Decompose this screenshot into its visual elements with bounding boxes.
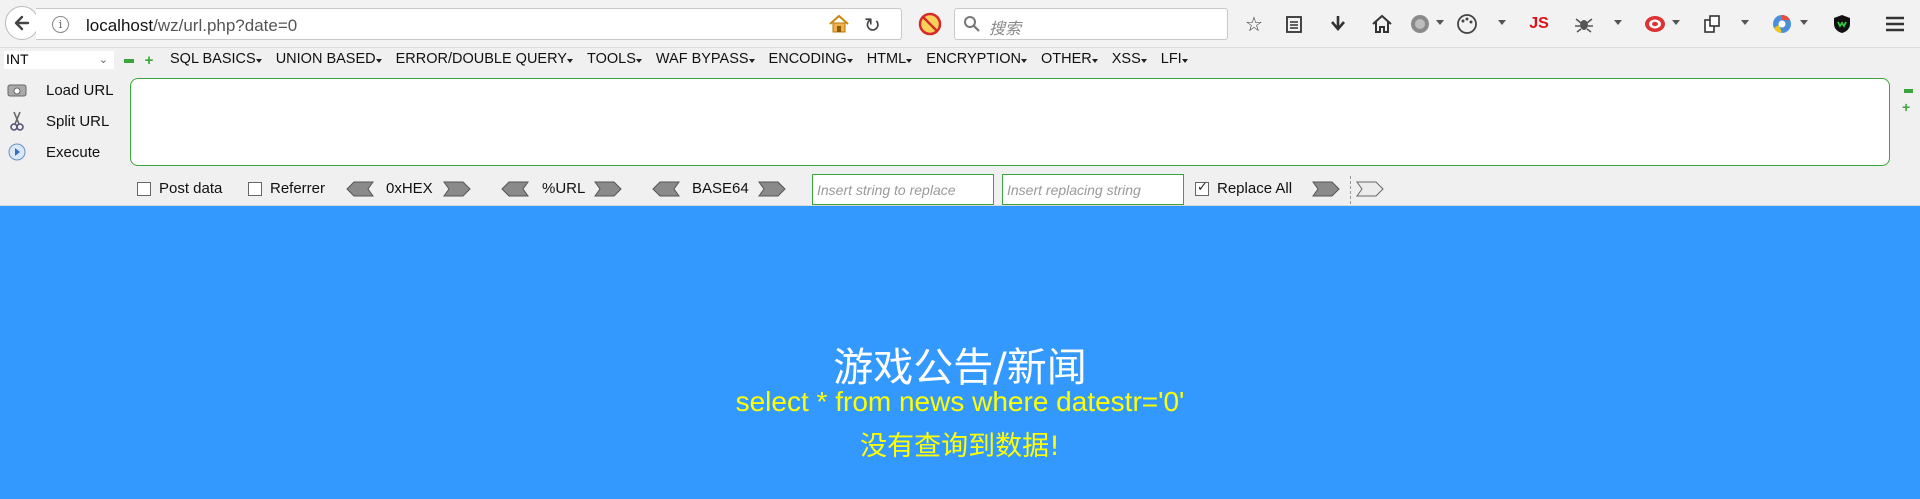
page-content: 游戏公告/新闻 select * from news where datestr…: [0, 206, 1920, 499]
menu-other[interactable]: OTHER: [1041, 51, 1098, 67]
url-decode-arrow-icon[interactable]: [501, 181, 529, 197]
separator: [1350, 176, 1351, 204]
menu-html[interactable]: HTML: [867, 51, 913, 67]
chevron-down-icon[interactable]: [1436, 20, 1444, 25]
url-host: localhost: [86, 16, 154, 35]
copy-icon[interactable]: [1700, 12, 1724, 36]
split-url-button[interactable]: Split URL: [6, 109, 109, 133]
execute-button[interactable]: Execute: [6, 140, 100, 164]
menu-encoding[interactable]: ENCODING: [769, 51, 853, 67]
type-select[interactable]: INT ⌄: [4, 51, 114, 69]
reader-icon[interactable]: [1282, 12, 1306, 36]
load-url-label: Load URL: [46, 81, 114, 99]
replace-find-input[interactable]: Insert string to replace: [812, 174, 994, 205]
hex-label: 0xHEX: [386, 180, 433, 197]
url-textarea[interactable]: [130, 78, 1890, 166]
search-icon: [964, 16, 980, 32]
hackbar-target-icon: [1645, 16, 1665, 32]
url-path: /wz/url.php?date=0: [153, 16, 298, 35]
info-icon[interactable]: i: [52, 16, 69, 33]
play-icon: [6, 142, 28, 162]
star-icon[interactable]: ☆: [1242, 12, 1266, 36]
chevron-down-icon: ⌄: [98, 54, 108, 66]
split-url-label: Split URL: [46, 112, 110, 130]
replace-left-arrow-icon[interactable]: [1356, 181, 1384, 197]
url-encode-arrow-icon[interactable]: [594, 181, 622, 197]
clipboard-icon: [1286, 16, 1302, 33]
type-select-value: INT: [6, 51, 29, 67]
execute-label: Execute: [46, 143, 101, 161]
home-icon[interactable]: [1370, 12, 1394, 36]
chevron-down-icon[interactable]: [1741, 20, 1749, 25]
base64-decode-arrow-icon[interactable]: [652, 181, 680, 197]
textarea-shrink-button[interactable]: [1904, 89, 1913, 93]
base64-label: BASE64: [692, 180, 749, 197]
decrease-button[interactable]: [124, 59, 134, 63]
green-shield-icon: [1834, 15, 1850, 33]
load-url-icon: [6, 80, 28, 100]
hex-encode-arrow-icon[interactable]: [443, 181, 471, 197]
no-data-message: 没有查询到数据!: [860, 431, 1060, 462]
js-icon[interactable]: JS: [1527, 12, 1551, 36]
hamburger-icon: [1886, 16, 1904, 32]
referrer-label: Referrer: [270, 180, 326, 197]
download-icon[interactable]: [1326, 12, 1350, 36]
home-page-icon[interactable]: [828, 14, 850, 34]
reload-icon[interactable]: ↻: [864, 13, 881, 38]
back-button[interactable]: [5, 6, 39, 40]
url-bar[interactable]: i localhost/wz/url.php?date=0 ↻: [36, 8, 902, 40]
chevron-down-icon[interactable]: [1800, 20, 1808, 25]
chevron-down-icon[interactable]: [1672, 20, 1680, 25]
menu-tools[interactable]: TOOLS: [587, 51, 642, 67]
search-input[interactable]: 搜索: [989, 15, 1021, 39]
referrer-checkbox[interactable]: [248, 182, 262, 196]
url-encode-label: %URL: [542, 180, 586, 197]
scissors-icon: [6, 111, 28, 131]
textarea-grow-button[interactable]: +: [1902, 100, 1910, 114]
search-bar[interactable]: 搜索: [954, 8, 1228, 40]
pages-icon: [1704, 15, 1720, 33]
back-arrow-icon: [14, 15, 30, 31]
load-url-button[interactable]: Load URL: [6, 78, 114, 102]
menu-union-based[interactable]: UNION BASED: [276, 51, 382, 67]
menu-waf-bypass[interactable]: WAF BYPASS: [656, 51, 755, 67]
house-icon: [1372, 14, 1392, 33]
replace-all-label: Replace All: [1217, 180, 1293, 197]
color-globe-icon: [1773, 15, 1791, 33]
color-palette-icon: [1457, 14, 1477, 34]
menu-xss[interactable]: XSS: [1112, 51, 1147, 67]
menu-lfi[interactable]: LFI: [1161, 51, 1188, 67]
post-data-checkbox[interactable]: [137, 182, 151, 196]
post-data-label: Post data: [159, 180, 223, 197]
shield-icon[interactable]: [1830, 12, 1854, 36]
replace-right-arrow-icon[interactable]: [1312, 181, 1340, 197]
menu-icon[interactable]: [1883, 12, 1907, 36]
hackbar-menu: SQL BASICS UNION BASED ERROR/DOUBLE QUER…: [170, 51, 1202, 67]
navigation-toolbar: i localhost/wz/url.php?date=0 ↻ 搜索 ☆ JS: [0, 0, 1920, 48]
sql-query-text: select * from news where datestr='0': [735, 386, 1185, 417]
chrome-icon[interactable]: [1770, 12, 1794, 36]
hex-decode-arrow-icon[interactable]: [346, 181, 374, 197]
palette-icon[interactable]: [1455, 12, 1479, 36]
noscript-icon[interactable]: [918, 12, 942, 36]
base64-encode-arrow-icon[interactable]: [758, 181, 786, 197]
increase-button[interactable]: +: [143, 53, 155, 68]
chevron-down-icon[interactable]: [1614, 20, 1622, 25]
hackbar-panel: INT ⌄ + SQL BASICS UNION BASED ERROR/DOU…: [0, 48, 1920, 206]
bug-icon: [1575, 18, 1593, 33]
replace-with-input[interactable]: Insert replacing string: [1002, 174, 1184, 205]
earth-icon: [1411, 15, 1429, 33]
page-title: 游戏公告/新闻: [833, 345, 1087, 391]
menu-error-double-query[interactable]: ERROR/DOUBLE QUERY: [396, 51, 574, 67]
options-row: Post data Referrer 0xHEX %URL BASE64 Ins…: [0, 173, 1920, 205]
download-arrow-icon: [1331, 16, 1345, 31]
target-icon[interactable]: [1643, 12, 1667, 36]
menu-encryption[interactable]: ENCRYPTION: [926, 51, 1027, 67]
url-text[interactable]: localhost/wz/url.php?date=0: [86, 16, 297, 36]
spider-icon[interactable]: [1572, 12, 1596, 36]
globe-icon[interactable]: [1408, 12, 1432, 36]
replace-all-checkbox[interactable]: [1195, 179, 1209, 196]
menu-sql-basics[interactable]: SQL BASICS: [170, 51, 262, 67]
chevron-down-icon[interactable]: [1498, 20, 1506, 25]
